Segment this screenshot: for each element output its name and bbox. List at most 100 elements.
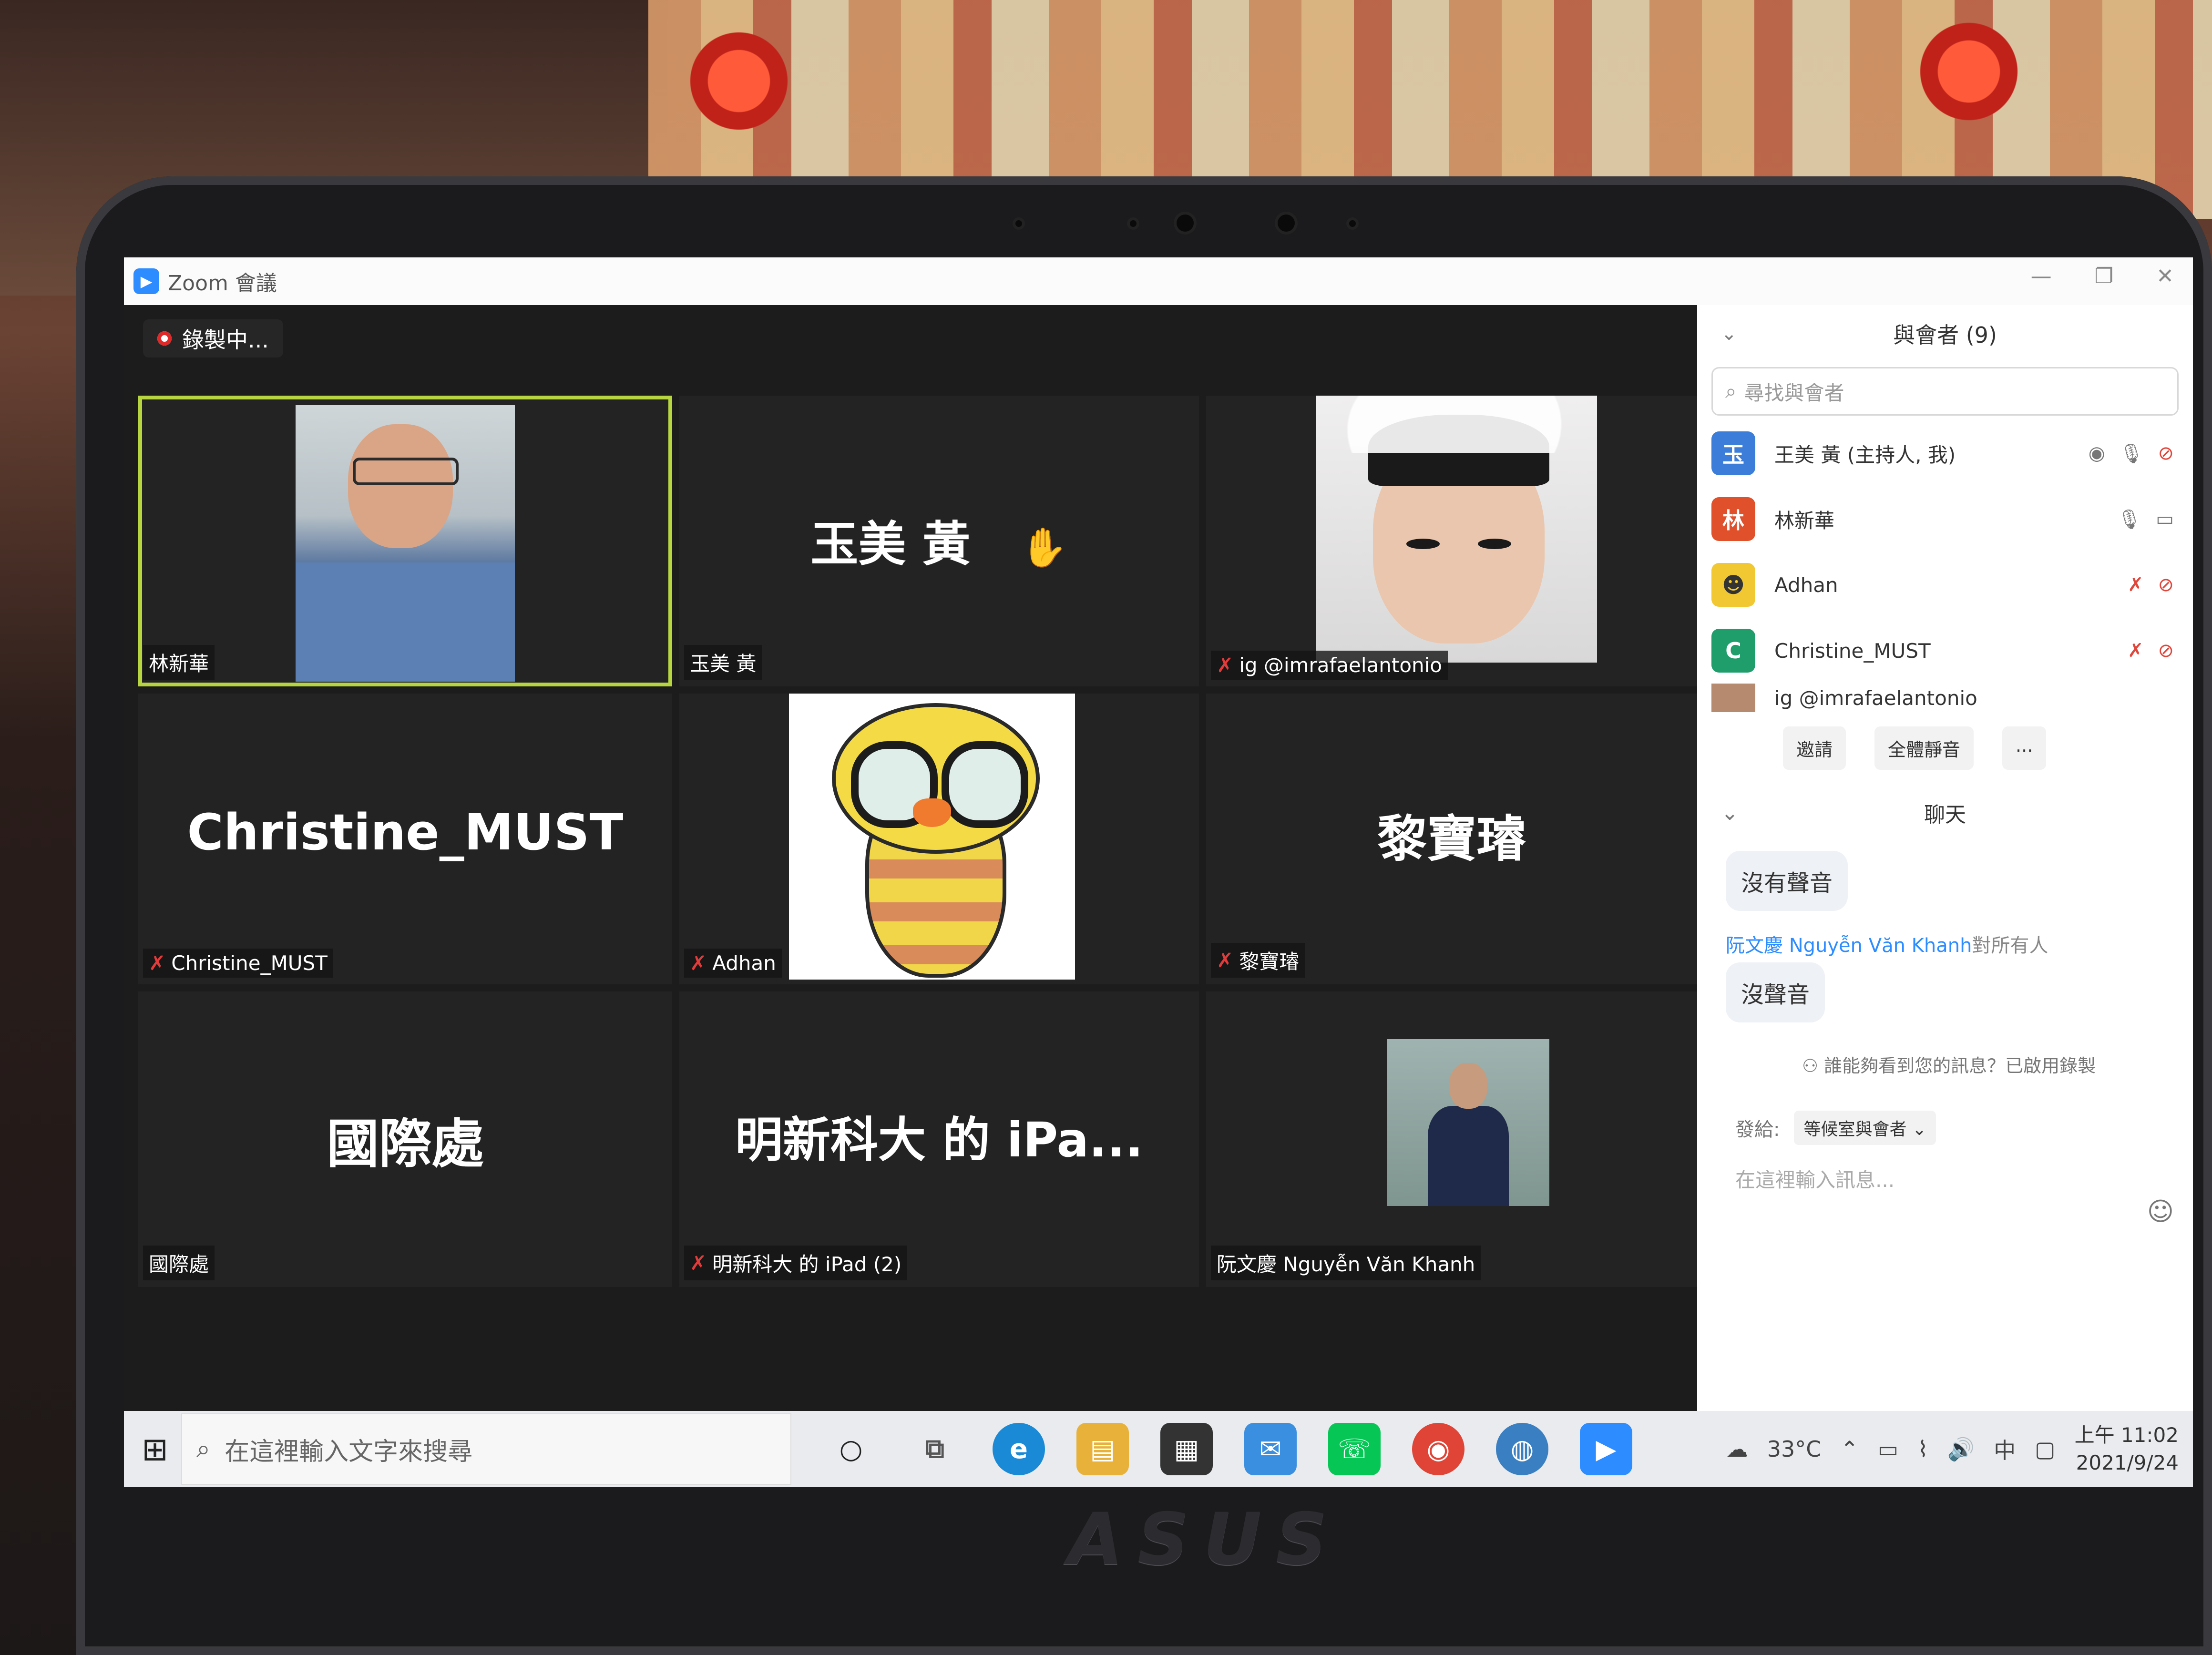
bezel-dot (1015, 220, 1022, 227)
participant-row[interactable]: 林 林新華 🎙 ▭ (1697, 486, 2193, 552)
emoji-icon[interactable]: ☺ (2147, 1196, 2174, 1226)
video-tile[interactable]: 國際處 國際處 (138, 991, 672, 1287)
tile-name-label: ✗ ig @imrafaelantonio (1211, 651, 1448, 680)
window-titlebar: ▶ Zoom 會議 — ❐ ✕ (124, 257, 2193, 305)
chevron-down-icon[interactable]: ⌄ (1721, 801, 1739, 825)
minimize-icon[interactable]: — (2031, 264, 2052, 288)
participant-row[interactable]: ig @imrafaelantonio (1697, 684, 2193, 712)
video-tile[interactable]: 林新華 (138, 396, 672, 686)
glasses-icon (353, 458, 459, 485)
weather-temp[interactable]: 33°C (1767, 1436, 1822, 1462)
tile-display-name: 玉美 黃 (810, 516, 971, 572)
weather-icon[interactable]: ☁ (1726, 1436, 1748, 1462)
participant-name: ig @imrafaelantonio (1774, 686, 1977, 710)
mail-icon[interactable]: ✉ (1244, 1423, 1297, 1475)
participant-row[interactable]: 玉 王美 黃 (主持人, 我) ◉ 🎙 ⊘ (1697, 420, 2193, 486)
taskbar-search-input[interactable]: ⌕ 在這裡輸入文字來搜尋 (181, 1413, 791, 1485)
zoom-app-icon: ▶ (133, 268, 159, 294)
participant-actions: 邀請 全體靜音 ... (1697, 726, 2193, 770)
participant-video (1387, 1039, 1549, 1206)
participant-name: Christine_MUST (1774, 639, 1931, 663)
ime-indicator[interactable]: 中 (1994, 1433, 2016, 1465)
participant-row[interactable]: C Christine_MUST ✗ ⊘ (1697, 618, 2193, 684)
notification-icon[interactable]: ▢ (2035, 1436, 2055, 1462)
system-tray: ☁ 33°C ⌃ ▭ ⌇ 🔊 中 ▢ 上午 11:02 2021/9/24 (1726, 1421, 2179, 1477)
restore-icon[interactable]: ❐ (2095, 264, 2113, 288)
participant-name: 王美 黃 (主持人, 我) (1774, 443, 1956, 467)
tile-name-label: 玉美 黃 (684, 645, 762, 680)
cloud-filter (1325, 396, 1592, 453)
mic-muted-icon: ✗ (149, 951, 166, 975)
chat-message: 沒有聲音 (1697, 851, 2193, 911)
clock-date: 2021/9/24 (2076, 1451, 2179, 1474)
participant-name: 林新華 (1774, 509, 1835, 532)
line-icon[interactable]: ☏ (1328, 1423, 1381, 1475)
chevron-down-icon[interactable]: ⌄ (1721, 323, 1737, 345)
video-tile[interactable]: 黎寶璿 ✗ 黎寶璿 (1206, 694, 1697, 984)
participant-video (1316, 396, 1597, 663)
video-off-icon[interactable]: ⊘ (2158, 574, 2174, 596)
mic-muted-icon[interactable]: ✗ (2128, 640, 2144, 662)
video-off-icon[interactable]: ⊘ (2158, 640, 2174, 662)
chat-privacy-note[interactable]: ⚇ 誰能夠看到您的訊息？已啟用錄製 (1802, 1051, 2193, 1077)
volume-icon[interactable]: 🔊 (1947, 1436, 1975, 1462)
chat-bubble: 沒聲音 (1726, 962, 1825, 1022)
mic-icon[interactable]: 🎙 (2117, 508, 2141, 531)
send-to-select[interactable]: 等候室與會者 ⌄ (1794, 1111, 1936, 1145)
mic-muted-icon[interactable]: ✗ (2128, 574, 2144, 596)
avatar: 林 (1711, 497, 1755, 541)
battery-icon[interactable]: ▭ (1878, 1436, 1898, 1462)
mic-muted-icon: ✗ (1217, 949, 1234, 972)
more-button[interactable]: ... (2002, 726, 2047, 770)
invite-button[interactable]: 邀請 (1783, 726, 1846, 770)
mute-all-button[interactable]: 全體靜音 (1874, 726, 1974, 770)
tile-name-label: 阮文慶 Nguyễn Văn Khanh (1211, 1246, 1481, 1280)
cortana-icon[interactable]: ○ (825, 1423, 877, 1475)
person-icon: ⚇ (1802, 1055, 1824, 1076)
taskbar-apps: ○ ⧉ e ▤ ▦ ✉ ☏ ◉ ◍ ▶ (825, 1423, 1632, 1475)
video-tile[interactable]: 明新科大 的 iPa... ✗ 明新科大 的 iPad (2) (679, 991, 1199, 1287)
taskbar: ⊞ ⌕ 在這裡輸入文字來搜尋 ○ ⧉ e ▤ ▦ ✉ ☏ ◉ ◍ ▶ ☁ 33°… (124, 1411, 2193, 1487)
tile-name-label: ✗ 黎寶璿 (1211, 943, 1305, 978)
video-icon[interactable]: ▭ (2156, 508, 2174, 531)
video-tile[interactable]: ✗ ig @imrafaelantonio (1206, 396, 1697, 686)
store-icon[interactable]: ▦ (1160, 1423, 1213, 1475)
recording-indicator[interactable]: 錄製中... (143, 319, 283, 358)
video-tile[interactable]: 玉美 黃 ✋ 玉美 黃 (679, 396, 1199, 686)
edge-icon[interactable]: e (993, 1423, 1045, 1475)
clock-time: 上午 11:02 (2074, 1423, 2179, 1447)
tile-display-name: 明新科大 的 iPa... (735, 1112, 1143, 1168)
chevron-up-icon[interactable]: ⌃ (1840, 1436, 1859, 1462)
search-icon: ⌕ (196, 1434, 211, 1463)
search-icon: ⌕ (1725, 379, 1737, 403)
video-gallery: 錄製中... 林新華 玉美 黃 ✋ 玉美 黃 ✗ ig @imrafaelant… (124, 305, 1697, 1411)
clock[interactable]: 上午 11:02 2021/9/24 (2075, 1421, 2179, 1477)
participants-title: 與會者 (9) (1893, 322, 1997, 348)
task-view-icon[interactable]: ⧉ (909, 1423, 961, 1475)
wifi-icon[interactable]: ⌇ (1917, 1436, 1928, 1462)
vpn-globe-icon[interactable]: ◍ (1496, 1423, 1548, 1475)
mic-muted-icon: ✗ (1217, 654, 1234, 677)
close-icon[interactable]: ✕ (2156, 264, 2174, 288)
flower-pattern (677, 19, 801, 143)
participant-row[interactable]: ☻ Adhan ✗ ⊘ (1697, 552, 2193, 618)
chrome-icon[interactable]: ◉ (1412, 1423, 1464, 1475)
video-tile[interactable]: 阮文慶 Nguyễn Văn Khanh (1206, 991, 1697, 1287)
participant-search-input[interactable]: ⌕ 尋找與會者 (1711, 367, 2179, 416)
chat-input[interactable]: 在這裡輸入訊息... (1735, 1164, 2193, 1193)
tile-name-label: 林新華 (143, 645, 215, 680)
video-tile[interactable]: Christine_MUST ✗ Christine_MUST (138, 694, 672, 984)
window-controls: — ❐ ✕ (2031, 264, 2174, 288)
bee-avatar-icon: ☻ (1711, 563, 1755, 607)
webcam-sensor (1278, 215, 1295, 232)
video-off-icon[interactable]: ⊘ (2158, 442, 2174, 465)
mic-icon[interactable]: 🎙 (2120, 442, 2144, 465)
zoom-taskbar-icon[interactable]: ▶ (1580, 1423, 1632, 1475)
tile-name-label: 國際處 (143, 1246, 215, 1280)
chat-sender: 阮文慶 Nguyễn Văn Khanh對所有人 (1726, 935, 2048, 957)
windows-start-icon[interactable]: ⊞ (129, 1431, 181, 1468)
laptop-brand-logo: ASUS (1068, 1498, 1342, 1581)
video-tile[interactable]: ✗ Adhan (679, 694, 1199, 984)
file-explorer-icon[interactable]: ▤ (1076, 1423, 1129, 1475)
window-title: Zoom 會議 (168, 271, 277, 296)
